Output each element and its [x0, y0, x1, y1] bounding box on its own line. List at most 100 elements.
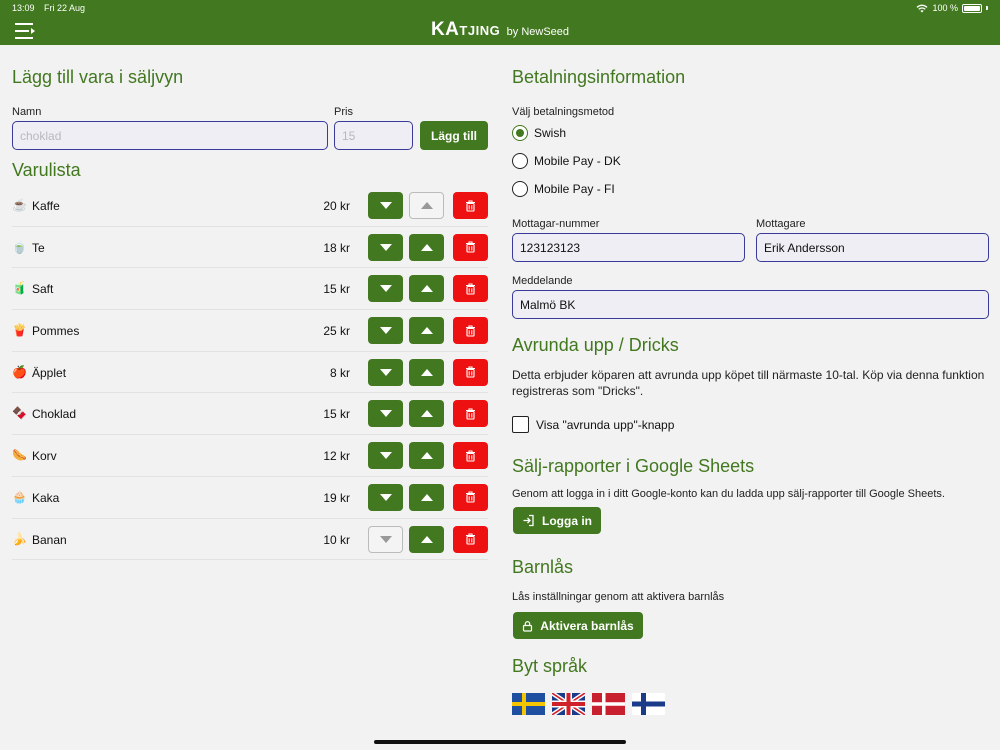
battery-icon [962, 3, 982, 13]
move-down-button[interactable] [368, 233, 403, 261]
list-item: 🍌 Banan 10 kr [12, 519, 488, 561]
delete-item-button[interactable] [453, 525, 488, 553]
item-emoji-icon: 🌭 [12, 448, 27, 463]
activate-child-lock-button[interactable]: Aktivera barnlås [513, 612, 643, 639]
item-name: Kaka [32, 490, 60, 505]
trash-icon [466, 450, 475, 462]
status-right: 100 % [916, 3, 988, 13]
item-name: Te [32, 240, 45, 255]
item-price: 15 kr [323, 407, 350, 422]
uk-flag-icon[interactable] [552, 693, 585, 715]
item-emoji-icon: 🧃 [12, 281, 27, 296]
move-up-button[interactable] [409, 192, 444, 219]
message-input[interactable] [512, 290, 989, 319]
delete-item-button[interactable] [453, 317, 488, 345]
home-indicator [374, 740, 626, 744]
chevron-down-icon [379, 410, 392, 418]
list-item: 🍫 Choklad 15 kr [12, 393, 488, 436]
status-date: Fri 22 Aug [44, 3, 86, 13]
chevron-up-icon [420, 535, 433, 543]
trash-icon [466, 533, 475, 545]
google-sheets-title: Sälj-rapporter i Google Sheets [512, 456, 755, 476]
delete-item-button[interactable] [453, 442, 488, 470]
app-logo: KATJING by NewSeed [430, 19, 570, 40]
move-up-button[interactable] [409, 275, 444, 303]
chevron-down-icon [379, 452, 392, 460]
google-login-button[interactable]: Logga in [513, 507, 601, 534]
payment-title: Betalningsinformation [512, 67, 686, 87]
recipient-number-input[interactable] [512, 233, 745, 262]
list-item: 🧃 Saft 15 kr [12, 268, 488, 311]
chevron-down-icon [379, 202, 392, 209]
delete-item-button[interactable] [453, 275, 488, 303]
chevron-down-icon [379, 368, 392, 376]
radio-indicator [512, 125, 528, 141]
login-icon [523, 514, 534, 527]
chevron-up-icon [420, 285, 433, 293]
item-name: Banan [32, 532, 67, 547]
move-down-button[interactable] [368, 525, 403, 553]
chevron-down-icon [379, 535, 392, 543]
radio-label: Mobile Pay - DK [534, 154, 621, 168]
chevron-down-icon [379, 285, 392, 293]
move-down-button[interactable] [368, 358, 403, 386]
move-up-button[interactable] [409, 442, 444, 470]
item-price: 10 kr [323, 532, 350, 547]
move-down-button[interactable] [368, 317, 403, 345]
item-name: Pommes [32, 324, 80, 339]
trash-icon [466, 366, 475, 378]
item-emoji-icon: 🍌 [12, 531, 27, 546]
move-down-button[interactable] [368, 483, 403, 511]
trash-icon [466, 199, 475, 212]
denmark-flag-icon[interactable] [592, 693, 625, 715]
list-item: 🍟 Pommes 25 kr [12, 310, 488, 352]
chevron-up-icon [420, 493, 433, 501]
move-down-button[interactable] [368, 192, 403, 219]
trash-icon [466, 325, 475, 337]
finland-flag-icon[interactable] [632, 693, 665, 715]
recipient-input[interactable] [756, 233, 989, 262]
child-lock-title: Barnlås [512, 557, 574, 577]
radio-indicator [512, 153, 528, 169]
delete-item-button[interactable] [453, 358, 488, 386]
move-up-button[interactable] [409, 483, 444, 511]
move-up-button[interactable] [409, 400, 444, 428]
payment-method-label: Välj betalningsmetod [512, 106, 615, 118]
trash-icon [466, 241, 475, 253]
trash-icon [466, 491, 475, 503]
move-down-button[interactable] [368, 275, 403, 303]
message-label: Meddelande [512, 275, 573, 287]
item-name-input[interactable] [12, 121, 328, 150]
item-price: 25 kr [323, 324, 350, 339]
item-price-input[interactable] [334, 121, 413, 150]
sweden-flag-icon[interactable] [512, 693, 545, 715]
delete-item-button[interactable] [453, 400, 488, 428]
item-emoji-icon: 🧁 [12, 489, 27, 504]
move-up-button[interactable] [409, 233, 444, 261]
price-label: Pris [334, 106, 353, 118]
chevron-down-icon [379, 243, 392, 251]
chevron-down-icon [379, 493, 392, 501]
wifi-icon [917, 4, 928, 12]
radio-label: Mobile Pay - FI [534, 182, 615, 196]
item-price: 8 kr [329, 365, 350, 380]
move-up-button[interactable] [409, 525, 444, 553]
add-item-button[interactable]: Lägg till [420, 121, 488, 150]
move-up-button[interactable] [409, 317, 444, 345]
radio-swish[interactable]: Swish [512, 125, 566, 141]
language-title: Byt språk [512, 656, 588, 676]
item-name: Saft [32, 282, 54, 297]
delete-item-button[interactable] [453, 233, 488, 261]
radio-mobilepay-dk[interactable]: Mobile Pay - DK [512, 153, 621, 169]
delete-item-button[interactable] [453, 192, 488, 219]
move-down-button[interactable] [368, 442, 403, 470]
round-up-checkbox[interactable]: Visa "avrunda upp"-knapp [512, 416, 674, 433]
item-list-title: Varulista [12, 160, 81, 180]
move-down-button[interactable] [368, 400, 403, 428]
move-up-button[interactable] [409, 358, 444, 386]
item-price: 12 kr [323, 449, 350, 464]
child-lock-description: Lås inställningar genom att aktivera bar… [512, 591, 725, 603]
radio-mobilepay-fi[interactable]: Mobile Pay - FI [512, 181, 615, 197]
delete-item-button[interactable] [453, 483, 488, 511]
status-time: 13:09 [12, 3, 35, 13]
